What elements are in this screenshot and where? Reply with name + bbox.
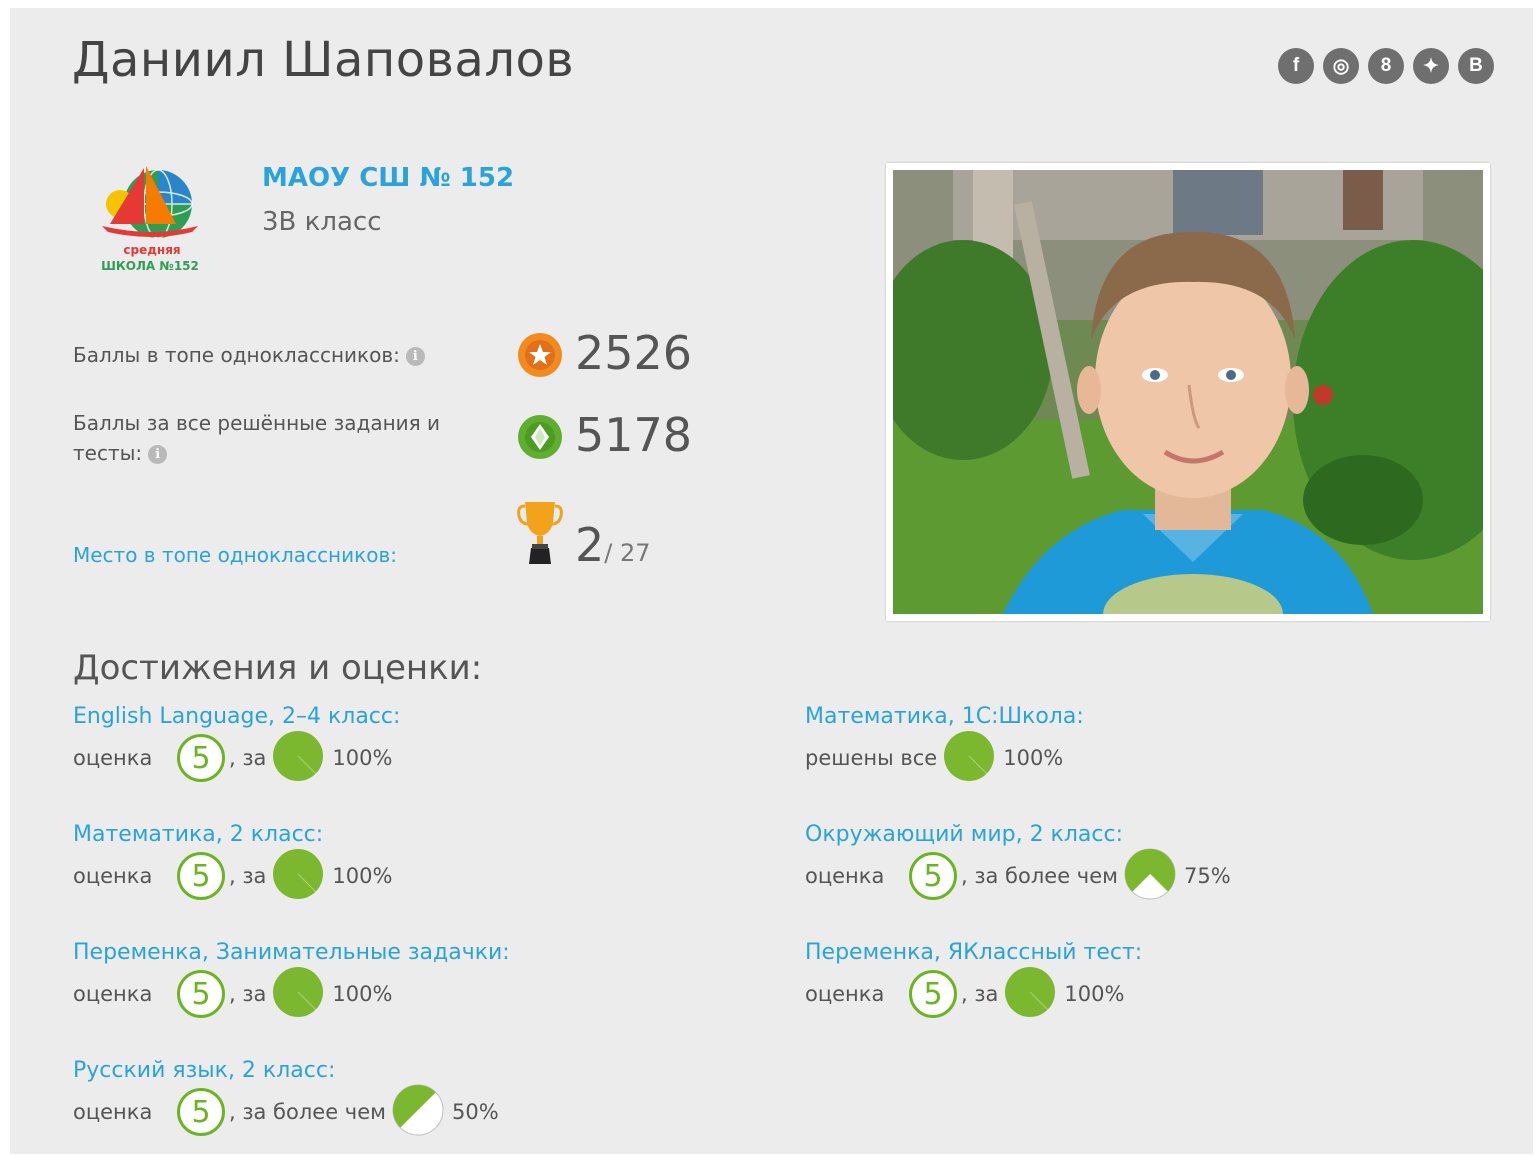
all-points-label: Баллы за все решённые задания и тесты: i [73,408,493,468]
achievement-subject-link[interactable]: Переменка, ЯКлассный тест: [805,940,1445,965]
achievement-row: решены все 100% [805,730,1445,787]
achievement-row: оценка 5, за 100% [805,966,1445,1023]
rank-value: 2/ 27 [575,518,651,572]
top-points-value: 2526 [575,326,693,380]
rank-link[interactable]: Место в топе одноклассников: [73,540,397,570]
achievement-row: оценка 5, за более чем 50% [73,1084,713,1141]
achievements-title: Достижения и оценки: [73,648,483,688]
student-photo [893,170,1483,614]
achievement-percent: 100% [332,982,393,1006]
grade-badge: 5 [909,852,957,900]
trophy-icon [517,502,563,564]
grade-badge: 5 [177,970,225,1018]
achievement-row: оценка 5, за 100% [73,730,713,787]
achievement-label: решены все [805,746,938,770]
achievement-item: Математика, 2 класс: оценка 5, за 100% [73,822,713,903]
profile-name: Даниил Шаповалов [72,32,575,88]
progress-pie-icon [272,966,332,1023]
achievement-percent: 100% [332,746,393,770]
grade-badge: 5 [177,1088,225,1136]
twitter-icon[interactable]: ✦ [1413,48,1449,84]
grade-badge: 5 [177,734,225,782]
school-class: 3В класс [262,207,382,237]
progress-pie-icon [1124,848,1184,905]
progress-pie-icon [272,730,332,787]
info-icon[interactable]: i [405,347,425,366]
achievement-middle-text: , за более чем [961,864,1118,888]
achievement-label: оценка [73,746,153,770]
achievement-item: Русский язык, 2 класс: оценка 5, за более … [73,1058,713,1139]
top-points-label: Баллы в топе одноклассников: i [73,340,425,370]
achievement-label: оценка [805,982,885,1006]
achievement-middle-text: , за [229,982,267,1006]
achievement-middle-text: , за [961,982,999,1006]
achievement-percent: 100% [332,864,393,888]
achievement-row: оценка 5, за более чем 75% [805,848,1445,905]
achievement-label: оценка [805,864,885,888]
profile-photo [886,163,1490,621]
progress-pie-icon [943,730,1003,787]
achievement-middle-text: , за более чем [229,1100,386,1124]
logo-text-1: средняя [123,243,180,257]
achievement-label: оценка [73,1100,153,1124]
school-link[interactable]: МАОУ СШ № 152 [262,163,514,193]
achievement-percent: 100% [1064,982,1125,1006]
top-points-label-text: Баллы в топе одноклассников: [73,343,400,367]
all-points-label-text: Баллы за все решённые задания и тесты: [73,411,441,465]
odnoklassniki-icon[interactable]: 8 [1368,48,1404,84]
achievement-subject-link[interactable]: Переменка, Занимательные задачки: [73,940,713,965]
info-icon[interactable]: i [148,445,168,464]
achievement-middle-text: , за [229,746,267,770]
achievement-item: Переменка, Занимательные задачки: оценка 5… [73,940,713,1021]
achievement-percent: 100% [1003,746,1064,770]
grade-badge: 5 [909,970,957,1018]
progress-pie-icon [392,1084,452,1141]
all-points-value: 5178 [575,408,693,462]
rank-total: / 27 [604,539,651,567]
achievement-subject-link[interactable]: Математика, 2 класс: [73,822,713,847]
rank-place: 2 [575,518,605,572]
achievement-item: Переменка, ЯКлассный тест: оценка 5, за 100… [805,940,1445,1021]
achievement-label: оценка [73,864,153,888]
achievement-subject-link[interactable]: Математика, 1С:Школа: [805,704,1445,729]
achievement-middle-text: , за [229,864,267,888]
achievement-subject-link[interactable]: English Language, 2–4 класс: [73,704,713,729]
progress-pie-icon [1004,966,1064,1023]
progress-pie-icon [272,848,332,905]
achievement-row: оценка 5, за 100% [73,848,713,905]
achievement-item: Окружающий мир, 2 класс: оценка 5, за боле… [805,822,1445,903]
achievement-row: оценка 5, за 100% [73,966,713,1023]
achievement-item: Математика, 1С:Школа: решены все 100% [805,704,1445,785]
social-links: f ◎ 8 ✦ B [1278,48,1494,84]
facebook-icon[interactable]: f [1278,48,1314,84]
school-logo[interactable]: средняя ШКОЛА №152 [72,162,232,282]
grade-badge: 5 [177,852,225,900]
star-medal-icon [518,333,562,377]
logo-text-2: ШКОЛА №152 [101,259,199,273]
achievement-label: оценка [73,982,153,1006]
achievement-percent: 50% [451,1100,499,1124]
instagram-icon[interactable]: ◎ [1323,48,1359,84]
vkontakte-icon[interactable]: B [1458,48,1494,84]
achievement-item: English Language, 2–4 класс: оценка 5, за 1… [73,704,713,785]
gem-icon [518,415,562,459]
achievement-subject-link[interactable]: Русский язык, 2 класс: [73,1058,713,1083]
achievement-percent: 75% [1183,864,1231,888]
achievement-subject-link[interactable]: Окружающий мир, 2 класс: [805,822,1445,847]
